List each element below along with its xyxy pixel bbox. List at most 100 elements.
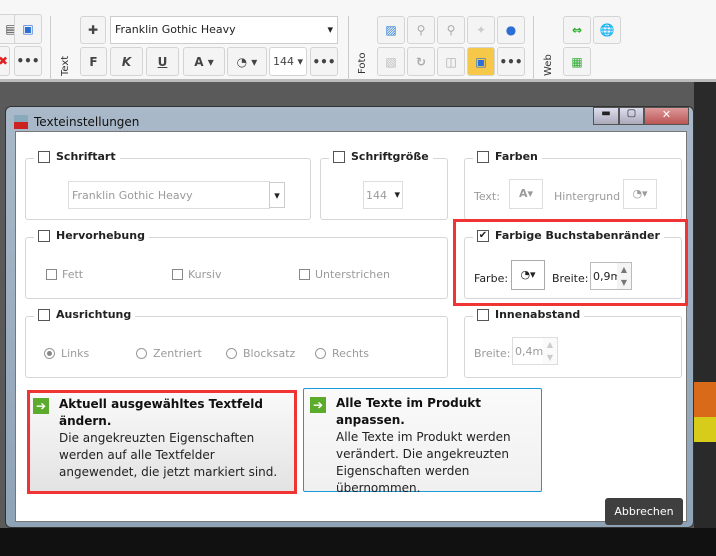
zoom-in-icon[interactable]: ⚲ [437, 16, 465, 44]
chevron-down-icon: ▾ [394, 188, 400, 201]
more-text-button[interactable]: ••• [310, 47, 338, 76]
fett-checkbox[interactable] [46, 269, 57, 280]
effects-icon[interactable]: ✦ [467, 16, 495, 44]
group-ausrichtung: Ausrichtung Links Zentriert Blocksatz Re… [25, 308, 448, 378]
outline-color-button[interactable]: ◔ ▾ [227, 47, 267, 76]
italic-button[interactable]: K [110, 47, 143, 76]
text-settings-dialog: Texteinstellungen ▬ ▢ ✕ Schriftart Frank… [5, 106, 694, 528]
group-innenabstand: Innenabstand Breite: 0,4mm ▲ ▼ [464, 308, 682, 378]
globe-icon[interactable]: 🌐 [593, 16, 621, 44]
schriftgroesse-checkbox[interactable] [333, 150, 345, 163]
unterstrichen-option[interactable]: Unterstrichen [299, 268, 390, 281]
bold-button[interactable]: F [80, 47, 107, 76]
underline-button[interactable]: U [146, 47, 179, 76]
spinner-arrows[interactable]: ▲ ▼ [543, 338, 557, 364]
apply-all-button[interactable]: ➔ Alle Texte im Produkt anpassen. Alle T… [303, 388, 542, 495]
split-icon[interactable]: ◫ [437, 47, 465, 76]
close-button[interactable]: ✕ [644, 107, 689, 125]
schriftart-label: Schriftart [56, 150, 116, 163]
radio-links[interactable]: Links [44, 347, 89, 360]
radio-dot [226, 348, 237, 359]
farben-checkbox[interactable] [477, 150, 489, 163]
sleep-icon[interactable]: ● [497, 16, 525, 44]
radio-rechts[interactable]: Rechts [315, 347, 369, 360]
font-dropdown[interactable]: Franklin Gothic Heavy ▾ [68, 181, 285, 209]
innenabstand-checkbox[interactable] [477, 308, 489, 321]
dialog-title: Texteinstellungen [34, 115, 140, 129]
rotate-icon[interactable]: ↻ [407, 47, 435, 76]
ausrichtung-checkbox[interactable] [38, 308, 50, 321]
kursiv-checkbox[interactable] [172, 269, 183, 280]
app-icon [14, 115, 28, 129]
radio-blocksatz[interactable]: Blocksatz [226, 347, 295, 360]
radio-dot [44, 348, 55, 359]
highlight-apply-selected [27, 390, 297, 494]
apply-all-title: Alle Texte im Produkt anpassen. [336, 396, 481, 427]
share-icon[interactable]: ⇔ [563, 16, 591, 44]
ribbon-toolbar: ▤ ▣ ✖ ••• Text ✚ Franklin Gothic Heavy ▾ … [0, 0, 716, 82]
size-value: 144 [272, 55, 294, 68]
group-schriftgroesse: Schriftgröße 144 ▾ [320, 150, 448, 220]
group-schriftart: Schriftart Franklin Gothic Heavy ▾ [25, 150, 311, 220]
text-color-button[interactable]: A ▾ [183, 47, 225, 76]
text-color-label: Text: [474, 190, 500, 203]
save-icon[interactable]: ▣ [14, 14, 42, 44]
radio-dot [136, 348, 147, 359]
ausrichtung-label: Ausrichtung [56, 308, 132, 321]
radio-zentriert[interactable]: Zentriert [136, 347, 202, 360]
add-photo-icon[interactable]: ▨ [377, 16, 405, 44]
fett-option[interactable]: Fett [46, 268, 83, 281]
cancel-button[interactable]: Abbrechen [605, 498, 683, 525]
apply-all-desc: Alle Texte im Produkt werden verändert. … [336, 430, 511, 495]
group-label-foto: Foto [357, 52, 368, 74]
radio-label: Rechts [332, 347, 369, 360]
size-dropdown[interactable]: 144 ▾ [363, 181, 403, 209]
radio-dot [315, 348, 326, 359]
text-color-label: A [194, 54, 204, 69]
arrow-right-icon: ➔ [310, 397, 326, 413]
radio-label: Links [61, 347, 90, 360]
group-label-web: Web [543, 54, 554, 76]
hervorhebung-checkbox[interactable] [38, 229, 50, 242]
size-value: 144 [366, 189, 387, 202]
kursiv-label: Kursiv [188, 268, 222, 281]
unterstrichen-checkbox[interactable] [299, 269, 310, 280]
maximize-button[interactable]: ▢ [619, 107, 644, 125]
font-select[interactable]: Franklin Gothic Heavy ▾ [110, 16, 338, 44]
kursiv-option[interactable]: Kursiv [172, 268, 221, 281]
group-label-text: Text [60, 55, 71, 76]
unterstrichen-label: Unterstrichen [315, 268, 391, 281]
background-color-label: Hintergrund [554, 190, 621, 203]
font-value: Franklin Gothic Heavy [72, 189, 193, 202]
more-foto-button[interactable]: ••• [497, 47, 525, 76]
font-value: Franklin Gothic Heavy [115, 23, 236, 36]
farben-label: Farben [495, 150, 538, 163]
text-color-button[interactable]: A▾ [509, 179, 543, 209]
schriftgroesse-label: Schriftgröße [351, 150, 429, 163]
delete-icon[interactable]: ✖ [0, 46, 10, 76]
canvas-bottom [0, 528, 716, 556]
minimize-button[interactable]: ▬ [593, 107, 619, 125]
group-farben: Farben Text: A▾ Hintergrund ◔▾ [464, 150, 682, 220]
size-select[interactable]: 144 ▾ [269, 47, 307, 76]
innenabstand-label: Innenabstand [495, 308, 581, 321]
crop-icon[interactable]: ▧ [377, 47, 405, 76]
background-color-button[interactable]: ◔▾ [623, 179, 657, 209]
innenabstand-spinner[interactable]: 0,4mm ▲ ▼ [512, 337, 558, 365]
radio-label: Zentriert [153, 347, 202, 360]
frame-icon[interactable]: ▣ [467, 47, 495, 76]
schriftart-checkbox[interactable] [38, 150, 50, 163]
add-text-icon[interactable]: ✚ [80, 16, 106, 44]
chevron-down-icon: ▾ [269, 182, 285, 208]
chevron-down-icon: ▾ [327, 23, 333, 36]
highlight-raender [453, 219, 688, 306]
radio-label: Blocksatz [243, 347, 296, 360]
more-button[interactable]: ••• [14, 46, 42, 76]
group-hervorhebung: Hervorhebung Fett Kursiv Unterstrichen [25, 229, 448, 299]
canvas-background [694, 82, 716, 556]
hervorhebung-label: Hervorhebung [56, 229, 145, 242]
dialog-body: Schriftart Franklin Gothic Heavy ▾ Schrif… [15, 131, 688, 525]
web-grid-icon[interactable]: ▦ [563, 47, 591, 76]
text-color-value: A [518, 187, 528, 200]
zoom-out-icon[interactable]: ⚲ [407, 16, 435, 44]
